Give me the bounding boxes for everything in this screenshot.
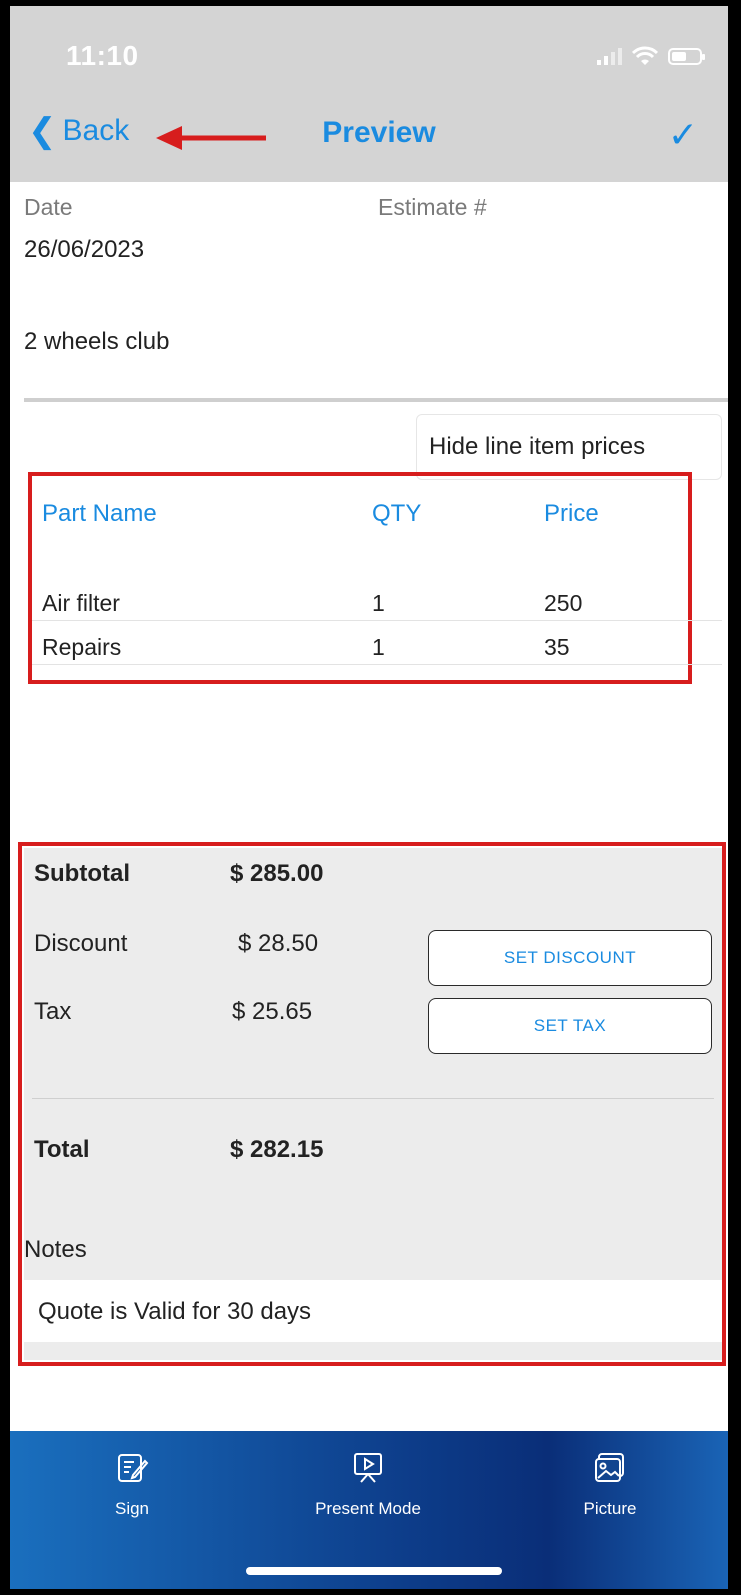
signal-icon [597,47,622,65]
tab-picture[interactable]: Picture [510,1451,710,1519]
picture-icon [595,1453,624,1482]
discount-value: $ 28.50 [238,930,319,957]
hide-line-item-prices-toggle[interactable]: Hide line item prices [416,414,722,480]
tab-label: Picture [583,1499,637,1518]
table-row-price: 250 [544,590,583,616]
subtotal-label: Subtotal [34,860,130,887]
status-icons [597,46,705,66]
discount-label: Discount [34,930,128,957]
column-header-price: Price [544,500,599,527]
sign-icon [118,1454,149,1482]
column-header-part-name: Part Name [42,500,157,527]
notes-label: Notes [24,1236,87,1263]
table-row-name: Repairs [42,634,122,660]
column-header-qty: QTY [372,500,422,527]
header: 11:10 ❮ Back Preview ✓ [10,6,728,182]
total-label: Total [34,1136,90,1163]
status-time: 11:10 [66,40,139,71]
set-discount-button[interactable]: SET DISCOUNT [428,930,712,986]
subtotal-value: $ 285.00 [230,860,324,887]
table-row-name: Air filter [42,590,120,616]
wifi-icon [632,46,658,65]
table-row-price: 35 [544,634,570,660]
bottom-toolbar: Sign Present Mode Picture [10,1431,728,1589]
date-label: Date [24,194,73,220]
section-divider [24,398,728,402]
checkmark-icon[interactable]: ✓ [668,114,698,156]
home-indicator[interactable] [246,1567,502,1575]
tab-label: Present Mode [315,1499,421,1518]
estimate-number-label: Estimate # [378,194,487,220]
tab-label: Sign [114,1499,150,1518]
tax-label: Tax [34,998,72,1025]
row-divider [32,620,722,621]
set-tax-button[interactable]: SET TAX [428,998,712,1054]
page-title: Preview [322,116,436,149]
row-divider [32,664,722,665]
tax-value: $ 25.65 [232,998,313,1025]
summary-divider [32,1098,714,1099]
total-value: $ 282.15 [230,1136,324,1163]
tab-present-mode[interactable]: Present Mode [268,1451,468,1519]
tab-sign[interactable]: Sign [32,1451,232,1519]
battery-icon [668,47,705,65]
present-icon [354,1453,382,1483]
table-row-qty: 1 [372,634,385,660]
date-value: 26/06/2023 [24,236,145,263]
customer-name: 2 wheels club [24,328,170,355]
table-row-qty: 1 [372,590,385,616]
phone-screen: 11:10 ❮ Back Preview ✓ Date Estimate # 2… [10,6,728,1589]
notes-field[interactable]: Quote is Valid for 30 days [24,1280,722,1342]
